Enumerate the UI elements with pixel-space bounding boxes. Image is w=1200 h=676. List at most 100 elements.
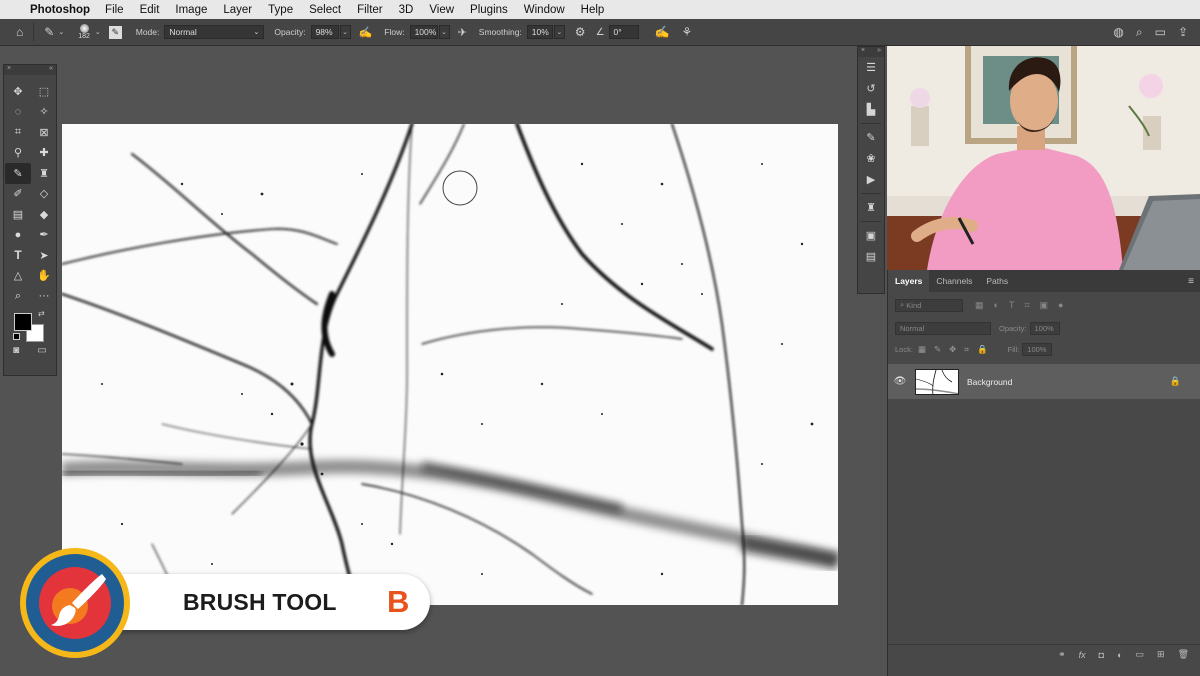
hand-tool-icon[interactable]: ✋ [31,266,57,287]
history-icon[interactable]: ↺ [858,78,884,99]
search-icon[interactable]: ⌕ [1136,25,1143,40]
move-tool-icon[interactable]: ✥ [5,81,31,102]
default-colors-icon[interactable] [13,332,20,340]
menu-view[interactable]: View [429,4,454,16]
pen-tool-icon[interactable]: ✒ [31,225,57,246]
lock-artboard-icon[interactable]: ⌗ [964,344,969,355]
eraser-tool-icon[interactable]: ◇ [31,184,57,205]
type-tool-icon[interactable]: T [5,245,31,266]
expand-icon[interactable]: » [877,47,881,57]
menu-image[interactable]: Image [175,4,207,16]
lock-all-icon[interactable]: 🔒 [977,344,988,355]
tools-panel-header[interactable]: × « [4,65,56,75]
collapse-icon[interactable]: « [49,65,53,75]
magic-wand-tool-icon[interactable]: ✧ [31,102,57,123]
new-layer-icon[interactable]: ⊞ [1157,649,1165,660]
close-icon[interactable]: × [7,65,11,75]
blend-mode-select[interactable]: Normal [895,321,991,335]
brush-preset-picker[interactable]: 182 [78,24,90,40]
filter-smart-object-icon[interactable]: ▣ [1040,300,1049,311]
menu-window[interactable]: Window [524,4,565,16]
smoothing-options-gear-icon[interactable]: ⚙ [575,25,586,39]
layer-lock-icon[interactable]: 🔒 [1170,376,1181,387]
more-tools-icon[interactable]: ··· [31,286,57,307]
swap-colors-icon[interactable]: ⇄ [38,309,45,318]
layer-opacity-input[interactable]: 100% [1029,321,1060,335]
pressure-size-icon[interactable]: ✍ [655,25,670,39]
brush-tool-icon[interactable]: ✎ [5,163,31,184]
chevron-down-icon[interactable]: ⌄ [95,28,101,36]
menu-select[interactable]: Select [309,4,341,16]
filter-kind-select[interactable]: ⌕ Kind [895,298,963,312]
fill-input[interactable]: 100% [1022,342,1053,356]
menu-app-name[interactable]: Photoshop [30,4,90,16]
filter-adjustment-icon[interactable]: ◐ [994,300,999,311]
add-mask-icon[interactable]: ◘ [1099,650,1104,660]
brush-settings-icon[interactable]: ✎ [858,127,884,148]
chevron-down-icon[interactable]: ⌄ [58,28,64,36]
menu-file[interactable]: File [105,4,124,16]
clone-source-icon[interactable]: ♜ [858,197,884,218]
path-selection-tool-icon[interactable]: ➤ [31,245,57,266]
filter-type-icon[interactable]: T [1009,300,1015,311]
brushes-icon[interactable]: ❀ [858,148,884,169]
gradient-tool-icon[interactable]: ▤ [5,204,31,225]
clone-stamp-tool-icon[interactable]: ♜ [31,163,57,184]
libraries-icon[interactable]: ▣ [858,225,884,246]
pressure-opacity-icon[interactable]: ✍ [359,26,373,39]
lock-pixels-icon[interactable]: ✎ [934,344,941,355]
document-canvas[interactable] [62,124,838,605]
dodge-tool-icon[interactable]: ● [5,225,31,246]
angle-input[interactable]: 0° [608,25,639,39]
opacity-input[interactable]: 98% [310,25,339,39]
close-icon[interactable]: × [861,47,865,57]
home-icon[interactable]: ⌂ [16,25,23,39]
history-brush-tool-icon[interactable]: ✐ [5,184,31,205]
panel-menu-icon[interactable]: ≡ [1188,276,1194,287]
new-group-folder-icon[interactable]: ▭ [1136,649,1145,660]
mode-select[interactable]: Normal ⌄ [164,25,265,39]
workspace-icon[interactable]: ▭ [1155,25,1166,39]
blur-tool-icon[interactable]: ◆ [31,204,57,225]
frame-tool-icon[interactable]: ⊠ [31,122,57,143]
symmetry-butterfly-icon[interactable]: ⚘ [681,25,692,39]
link-layers-icon[interactable]: ⚭ [1058,649,1066,660]
marquee-tool-icon[interactable]: ⬚ [31,81,57,102]
eyedropper-tool-icon[interactable]: ⚲ [5,143,31,164]
menu-3d[interactable]: 3D [399,4,414,16]
tab-layers[interactable]: Layers [888,270,930,292]
properties-icon[interactable]: ▤ [858,246,884,267]
menu-layer[interactable]: Layer [223,4,252,16]
flow-input[interactable]: 100% [409,25,438,39]
plugins-icon[interactable]: ▙ [858,99,884,120]
quick-mask-icon[interactable]: ◙ [13,345,19,356]
chevron-down-icon[interactable]: ⌄ [339,25,351,39]
shape-tool-icon[interactable]: △ [5,266,31,287]
smoothing-input[interactable]: 10% [526,25,553,39]
delete-layer-trash-icon[interactable]: 🗑 [1178,649,1189,660]
adjustment-layer-icon[interactable]: ◐ [1117,650,1122,660]
lock-transparent-icon[interactable]: ▦ [918,344,926,355]
tab-paths[interactable]: Paths [979,270,1015,292]
chevron-down-icon[interactable]: ⌄ [553,25,565,39]
tab-channels[interactable]: Channels [929,270,979,292]
layer-style-fx-icon[interactable]: fx [1079,650,1086,660]
menu-help[interactable]: Help [581,4,605,16]
zoom-tool-icon[interactable]: ⌕ [5,286,31,307]
dock-header[interactable]: ×» [858,47,884,57]
filter-shape-icon[interactable]: ⌗ [1024,300,1029,311]
actions-play-icon[interactable]: ▶ [858,169,884,190]
menu-filter[interactable]: Filter [357,4,383,16]
airbrush-icon[interactable]: ✈ [458,26,467,39]
filter-toggle-icon[interactable]: ● [1058,300,1063,311]
menu-plugins[interactable]: Plugins [470,4,508,16]
share-user-icon[interactable]: ◍ [1113,25,1123,39]
menu-edit[interactable]: Edit [140,4,160,16]
lasso-tool-icon[interactable]: ◌ [5,102,31,123]
brush-tool-icon[interactable]: ✎ [44,25,54,39]
adjustments-icon[interactable]: ☰ [858,57,884,78]
menu-type[interactable]: Type [268,4,293,16]
foreground-color-swatch[interactable] [14,312,32,331]
visibility-eye-icon[interactable]: 👁 [888,376,912,387]
filter-pixel-icon[interactable]: ▦ [975,300,984,311]
